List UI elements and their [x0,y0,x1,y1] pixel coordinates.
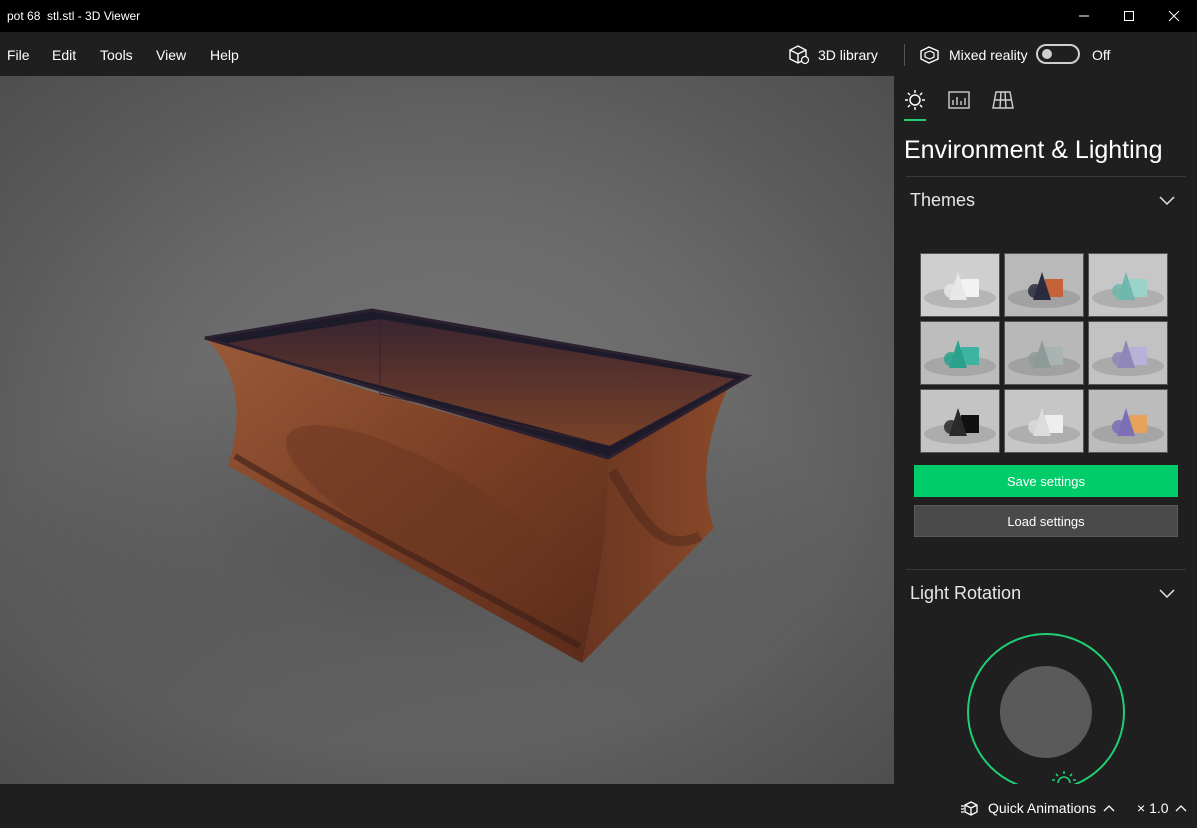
quick-animations-button[interactable]: Quick Animations [961,800,1115,816]
themes-grid [920,253,1168,453]
close-button[interactable] [1151,0,1197,32]
load-settings-button[interactable]: Load settings [914,505,1178,537]
menu-bar: File Edit Tools View Help 3D library Mix… [0,32,1197,76]
grid-icon [992,91,1014,109]
toggle-knob [1042,49,1052,59]
panel-title: Environment & Lighting [904,136,1163,164]
status-bar: Quick Animations × 1.0 [0,784,1197,828]
light-rotation-header[interactable]: Light Rotation [910,583,1021,604]
theme-thumbnail[interactable] [920,389,1000,453]
divider [906,176,1186,177]
quick-animations-label: Quick Animations [988,800,1097,816]
close-icon [1168,10,1180,22]
pot-model [0,308,840,746]
side-panel: Environment & Lighting Themes Save setti… [894,76,1197,784]
3d-library-label: 3D library [818,47,878,63]
chevron-up-icon [1103,805,1115,812]
theme-thumbnail[interactable] [1004,389,1084,453]
theme-thumbnail[interactable] [1088,321,1168,385]
theme-thumbnail[interactable] [920,321,1000,385]
window-title: pot 68 stl.stl - 3D Viewer [7,9,141,23]
tab-stats-shading[interactable] [947,89,971,111]
mixed-reality-label: Mixed reality [949,47,1028,63]
mixed-reality-icon [920,46,939,64]
animation-speed-button[interactable]: × 1.0 [1137,800,1187,816]
stats-icon [948,91,970,109]
theme-thumbnail[interactable] [1004,253,1084,317]
cube-icon [789,45,810,65]
maximize-button[interactable] [1106,0,1152,32]
themes-header[interactable]: Themes [910,190,975,211]
chevron-up-icon [1175,805,1186,812]
tab-environment-lighting[interactable] [903,89,927,111]
chevron-down-icon[interactable] [1159,196,1175,206]
animation-speed-label: × 1.0 [1137,800,1169,816]
minimize-button[interactable] [1061,0,1107,32]
divider [906,569,1186,570]
3d-library-button[interactable]: 3D library [788,44,878,66]
menu-tools[interactable]: Tools [100,47,133,63]
maximize-icon [1124,11,1134,21]
theme-thumbnail[interactable] [1088,253,1168,317]
menu-view[interactable]: View [156,47,186,63]
mixed-reality-button[interactable]: Mixed reality [919,44,1028,66]
mixed-reality-state: Off [1092,47,1111,63]
theme-thumbnail[interactable] [1004,321,1084,385]
light-preview-sphere [1000,666,1092,758]
menu-edit[interactable]: Edit [52,47,76,63]
minimize-icon [1079,15,1089,17]
chevron-down-icon[interactable] [1159,589,1175,599]
menu-help[interactable]: Help [210,47,239,63]
theme-thumbnail[interactable] [920,253,1000,317]
theme-thumbnail[interactable] [1088,389,1168,453]
mixed-reality-toggle[interactable] [1036,44,1080,64]
sun-icon [905,90,925,110]
active-tab-indicator [904,119,926,121]
toolbar-divider [904,44,905,66]
light-handle-icon[interactable] [1049,769,1079,784]
menu-file[interactable]: File [7,47,30,63]
tab-grid-views[interactable] [991,89,1015,111]
save-settings-button[interactable]: Save settings [914,465,1178,497]
3d-viewport[interactable] [0,76,894,784]
animation-icon [961,801,978,816]
title-bar: pot 68 stl.stl - 3D Viewer [0,0,1197,32]
